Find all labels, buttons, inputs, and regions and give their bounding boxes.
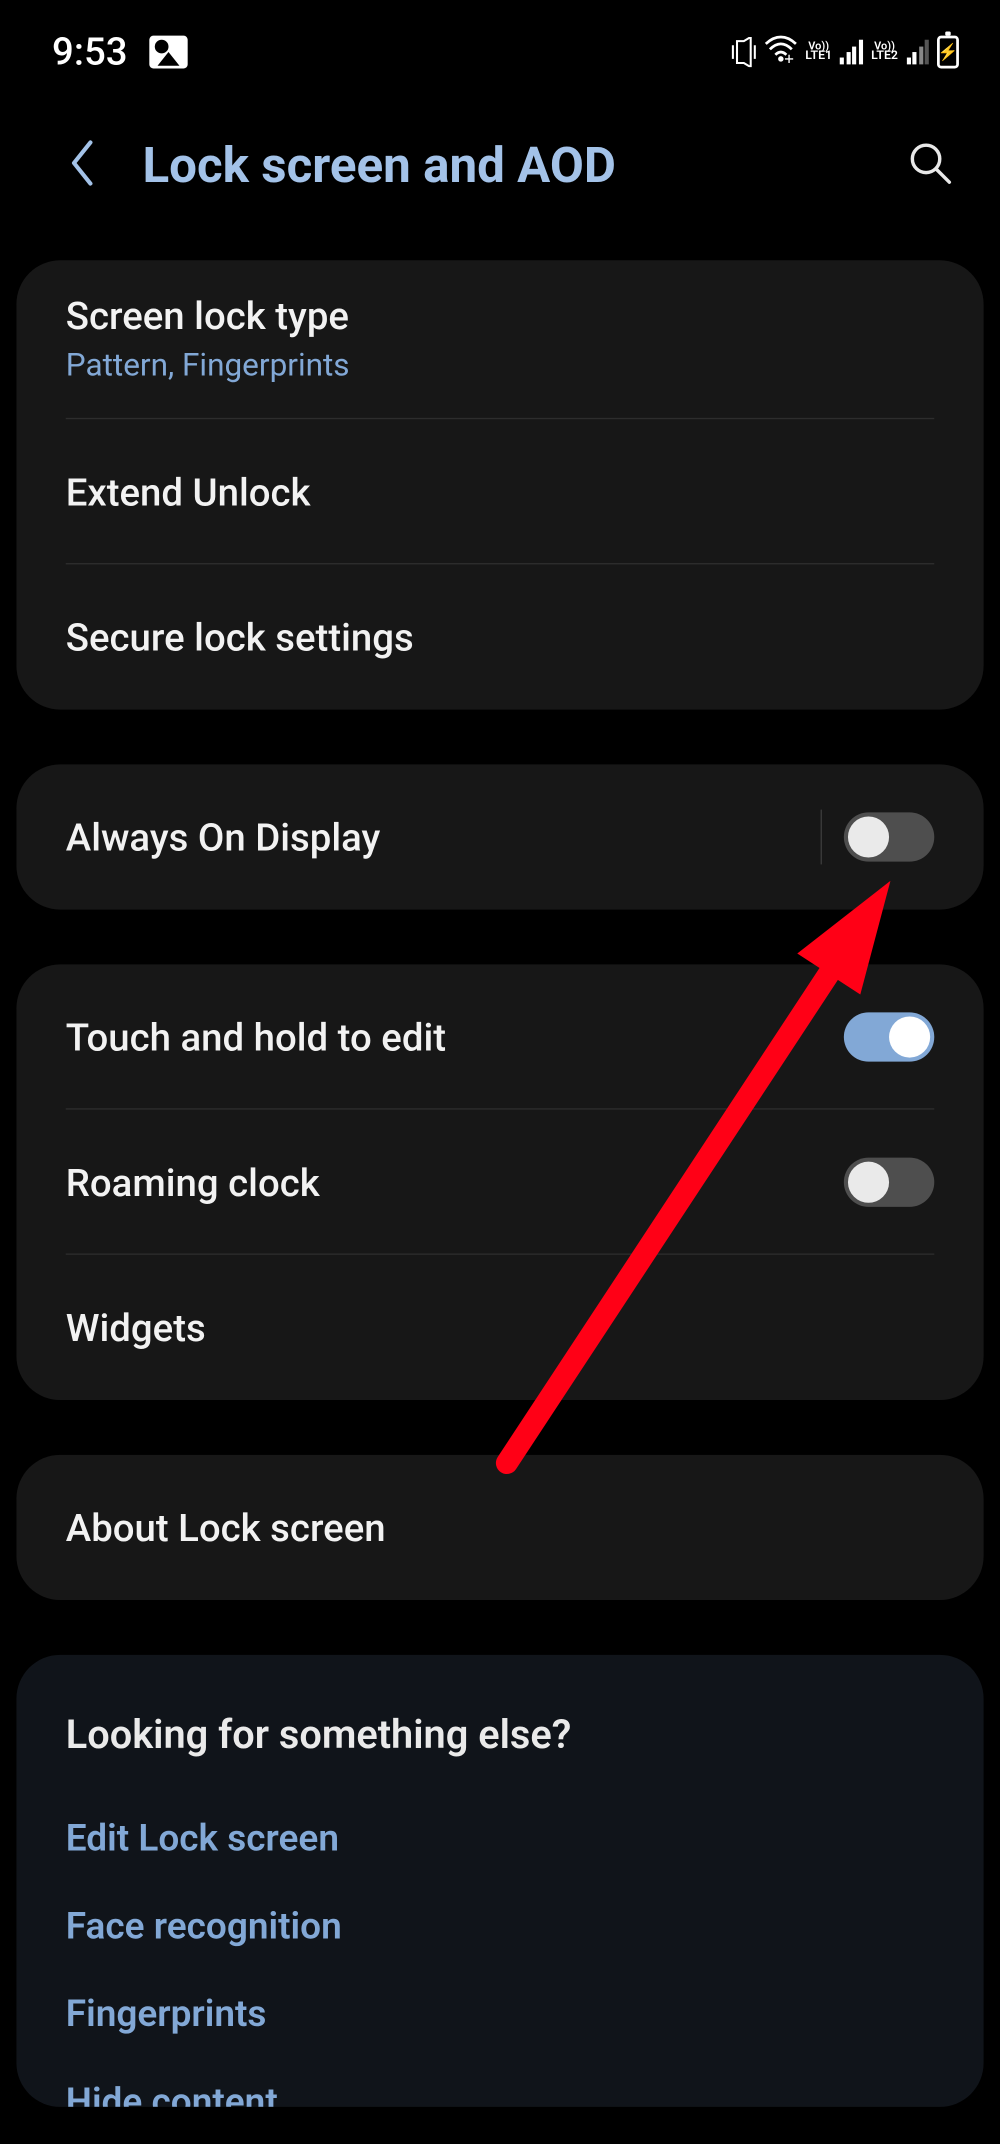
always-on-display-toggle[interactable]	[844, 812, 934, 861]
roaming-clock-toggle[interactable]	[844, 1158, 934, 1207]
display-prefs-card: Touch and hold to edit Roaming clock Wid…	[16, 964, 983, 1400]
setting-extend-unlock[interactable]: Extend Unlock	[16, 419, 983, 564]
sim1-signal-icon	[840, 39, 863, 64]
setting-touch-hold-edit[interactable]: Touch and hold to edit	[16, 964, 983, 1109]
page-title: Lock screen and AOD	[142, 137, 901, 195]
setting-value: Pattern, Fingerprints	[66, 347, 350, 384]
setting-label: Touch and hold to edit	[66, 1014, 446, 1059]
aod-card: Always On Display	[16, 764, 983, 909]
suggestion-hide-content[interactable]: Hide content	[16, 2058, 983, 2107]
setting-screen-lock-type[interactable]: Screen lock type Pattern, Fingerprints	[16, 260, 983, 419]
search-icon	[907, 140, 954, 192]
suggestion-edit-lock-screen[interactable]: Edit Lock screen	[16, 1795, 983, 1883]
setting-label: Always On Display	[66, 814, 381, 859]
search-button[interactable]	[901, 137, 959, 195]
toggle-divider	[821, 810, 822, 865]
status-bar-right: Vo)) LTE1 Vo)) LTE2 ⚡	[731, 35, 959, 68]
chevron-left-icon	[68, 140, 95, 192]
status-bar: 9:53 Vo)) LTE1 Vo)) LTE2	[0, 0, 1000, 89]
wifi-icon	[764, 36, 797, 68]
back-button[interactable]	[60, 137, 104, 195]
suggestions-title: Looking for something else?	[16, 1655, 983, 1795]
suggestion-face-recognition[interactable]: Face recognition	[16, 1882, 983, 1970]
sim1-lte-label: Vo)) LTE1	[805, 41, 832, 62]
setting-about-lock-screen[interactable]: About Lock screen	[16, 1455, 983, 1600]
suggestion-fingerprints[interactable]: Fingerprints	[16, 1970, 983, 2058]
setting-label: Secure lock settings	[66, 614, 414, 659]
setting-widgets[interactable]: Widgets	[16, 1255, 983, 1400]
setting-secure-lock-settings[interactable]: Secure lock settings	[16, 564, 983, 709]
sim2-signal-icon	[906, 39, 929, 64]
lock-settings-card: Screen lock type Pattern, Fingerprints E…	[16, 260, 983, 709]
screenshot-notification-icon	[149, 35, 187, 68]
setting-roaming-clock[interactable]: Roaming clock	[16, 1110, 983, 1255]
setting-always-on-display[interactable]: Always On Display	[16, 764, 983, 909]
setting-label: Widgets	[66, 1305, 206, 1350]
sim2-lte-label: Vo)) LTE2	[871, 41, 898, 62]
setting-label: Roaming clock	[66, 1160, 320, 1205]
suggestions-card: Looking for something else? Edit Lock sc…	[16, 1655, 983, 2107]
about-card: About Lock screen	[16, 1455, 983, 1600]
page-header: Lock screen and AOD	[0, 89, 1000, 260]
setting-label: About Lock screen	[66, 1505, 386, 1550]
battery-charging-icon: ⚡	[937, 35, 959, 68]
setting-label: Extend Unlock	[66, 469, 311, 514]
status-time: 9:53	[52, 29, 128, 74]
vibrate-mute-icon	[731, 36, 756, 66]
touch-hold-edit-toggle[interactable]	[844, 1012, 934, 1061]
setting-label: Screen lock type	[66, 293, 350, 338]
status-bar-left: 9:53	[52, 29, 188, 74]
